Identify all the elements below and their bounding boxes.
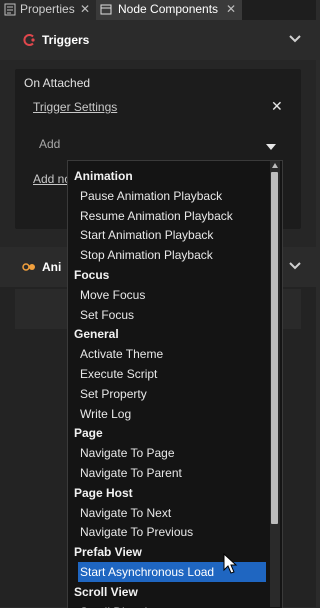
remove-trigger-icon[interactable]: ✕ [271,98,283,115]
dropdown-option[interactable]: Execute Script [68,364,280,384]
animations-title: Ani [42,260,62,274]
tab-node-components[interactable]: Node Components ✕ [96,0,242,20]
dropdown-group-header: Animation [74,169,133,183]
node-components-icon [100,4,112,15]
mouse-cursor-icon [223,553,238,574]
scroll-up-arrow-icon[interactable] [272,163,278,168]
dropdown-option[interactable]: Activate Theme [68,344,280,364]
tab-properties-close-icon[interactable]: ✕ [80,0,90,19]
dropdown-caret-icon [266,144,276,150]
dropdown-group-header: Scroll View [74,584,138,599]
trigger-settings-link[interactable]: Trigger Settings [33,100,117,114]
trigger-icon [23,34,35,46]
dropdown-option[interactable]: Stop Animation Playback [68,245,280,265]
triggers-title: Triggers [42,33,90,47]
scrollbar-thumb[interactable] [271,172,278,524]
chevron-down-icon[interactable] [288,32,302,46]
properties-icon [4,3,16,16]
chevron-down-icon[interactable] [288,259,302,273]
dropdown-option[interactable]: Move Focus [68,285,280,305]
dropdown-option[interactable]: Navigate To Next [68,503,280,523]
dropdown-group-header: General [74,327,119,342]
dropdown-option[interactable]: Navigate To Page [68,443,280,463]
tab-bar: Properties ✕ Node Components ✕ [0,0,316,20]
dropdown-group-header: Page [74,426,103,441]
dropdown-option[interactable]: Set Focus [68,305,280,325]
dropdown-option[interactable]: Set Property [68,384,280,404]
animation-icon [22,263,35,271]
dropdown-group-header: Page Host [74,485,133,500]
tab-node-components-close-icon[interactable]: ✕ [226,0,236,19]
action-dropdown-list: Animation Pause Animation Playback Resume … [67,160,283,608]
tab-properties[interactable]: Properties ✕ [0,0,96,20]
dropdown-option[interactable]: Pause Animation Playback [68,186,280,206]
add-node-link[interactable]: Add no [33,172,71,186]
tab-node-components-label: Node Components [118,2,219,16]
add-action-label: Add [39,137,61,151]
trigger-name: On Attached [24,76,91,90]
triggers-section-header[interactable]: Triggers [0,20,316,60]
dropdown-group-header: Focus [74,268,110,282]
dropdown-option[interactable]: Navigate To Parent [68,463,280,483]
dropdown-group-header: Prefab View [74,545,142,560]
dropdown-option[interactable]: Start Animation Playback [68,225,280,245]
dropdown-option[interactable]: Scroll Direction [68,602,280,608]
dropdown-option[interactable]: Resume Animation Playback [68,206,280,226]
add-action-dropdown[interactable] [68,135,282,157]
dropdown-option[interactable]: Navigate To Previous [68,522,280,542]
tab-properties-label: Properties [20,2,75,16]
dropdown-option[interactable]: Write Log [68,404,280,424]
